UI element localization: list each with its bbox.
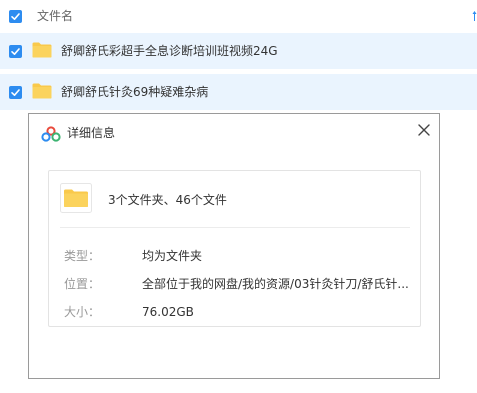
checkbox-checked-icon — [11, 89, 20, 96]
checkbox-checked-icon — [11, 13, 20, 20]
folder-icon — [32, 42, 52, 58]
location-value[interactable]: 全部位于我的网盘/我的资源/03针灸针刀/舒氏针... — [142, 276, 412, 292]
type-label: 类型： — [64, 249, 101, 263]
checkbox-checked-icon — [11, 48, 20, 55]
folder-icon — [60, 183, 92, 213]
close-icon[interactable] — [414, 120, 434, 140]
sort-arrow-icon[interactable] — [472, 10, 477, 22]
size-label: 大小： — [64, 305, 101, 319]
dialog-title: 详细信息 — [67, 126, 116, 140]
baidu-cloud-icon — [41, 126, 61, 142]
file-list: 文件名 舒卿舒氏彩超手全息诊断培训班视频24G 舒卿舒氏针灸69种疑难杂病 — [0, 0, 477, 112]
location-label: 位置： — [64, 277, 101, 291]
divider — [60, 227, 410, 228]
row-checkbox[interactable] — [9, 45, 22, 58]
folder-icon — [32, 83, 52, 99]
file-list-header: 文件名 — [0, 0, 477, 32]
size-value: 76.02GB — [142, 305, 194, 319]
row-checkbox[interactable] — [9, 86, 22, 99]
details-dialog: 详细信息 3个文件夹、46个文件 类型： 均为文件夹 位置： 全部位于我的网盘/… — [28, 113, 440, 379]
file-row[interactable]: 舒卿舒氏针灸69种疑难杂病 — [0, 74, 477, 110]
file-name[interactable]: 舒卿舒氏针灸69种疑难杂病 — [61, 84, 208, 100]
details-card: 3个文件夹、46个文件 类型： 均为文件夹 位置： 全部位于我的网盘/我的资源/… — [48, 170, 421, 327]
file-name[interactable]: 舒卿舒氏彩超手全息诊断培训班视频24G — [61, 43, 278, 59]
select-all-checkbox[interactable] — [9, 10, 22, 23]
type-value: 均为文件夹 — [142, 249, 203, 263]
selection-summary: 3个文件夹、46个文件 — [108, 193, 227, 207]
column-header-filename[interactable]: 文件名 — [37, 8, 73, 24]
file-row[interactable]: 舒卿舒氏彩超手全息诊断培训班视频24G — [0, 33, 477, 69]
